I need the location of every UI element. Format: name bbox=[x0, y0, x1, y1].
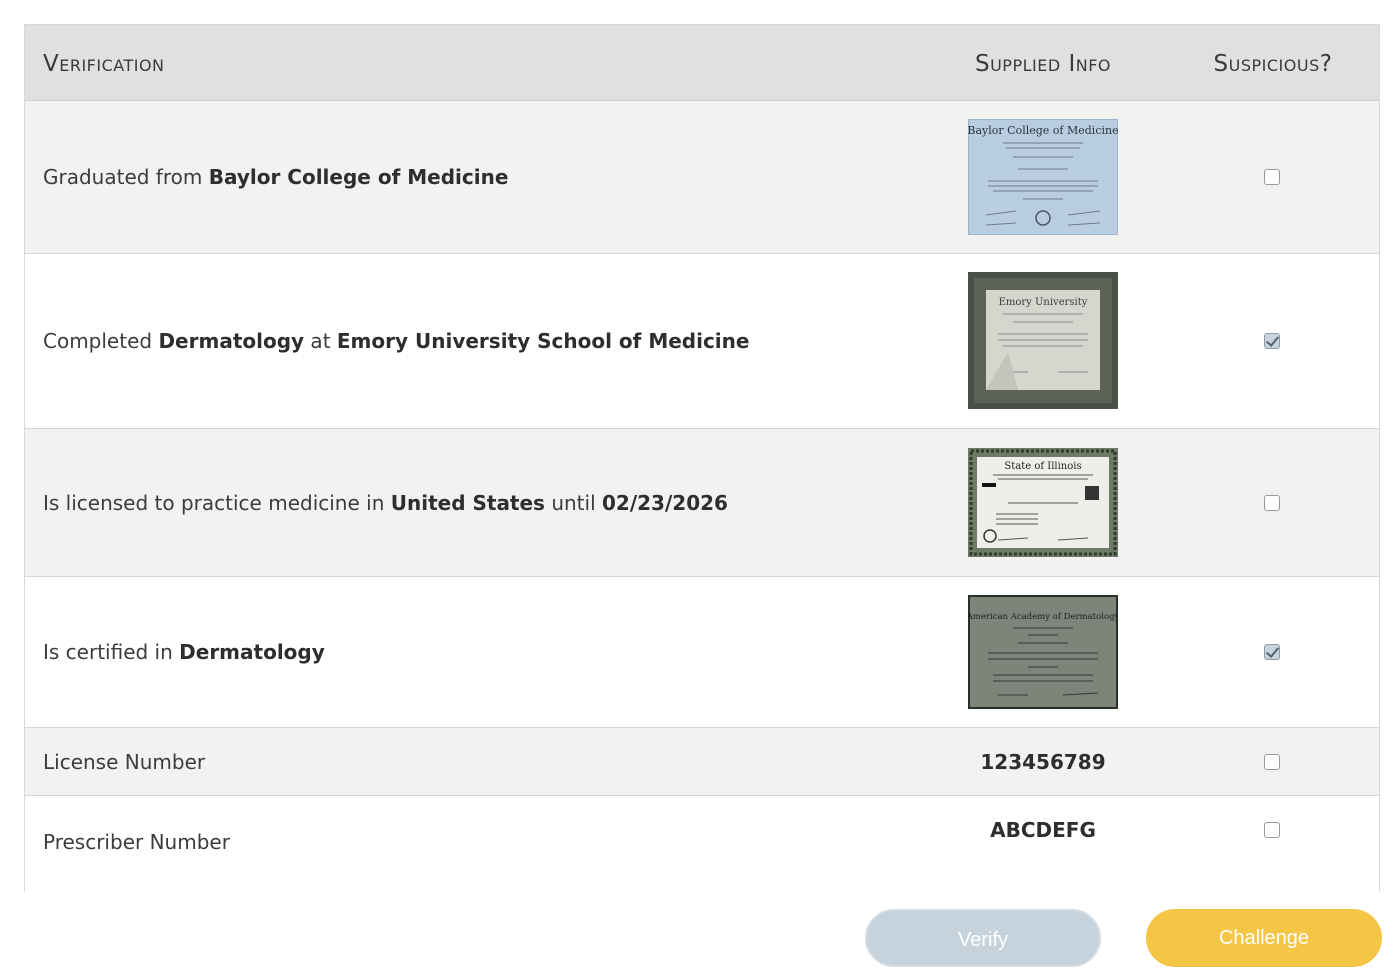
diploma-title: Emory University bbox=[999, 297, 1088, 308]
label-text: until bbox=[544, 490, 602, 515]
verify-button[interactable]: Verify bbox=[865, 909, 1101, 967]
challenge-button[interactable]: Challenge bbox=[1146, 909, 1382, 967]
supplied-value: ABCDEFG bbox=[990, 818, 1096, 842]
label-text: Is certified in bbox=[43, 640, 180, 664]
label-emphasis: Dermatology bbox=[158, 329, 305, 353]
table-row: Is certified in Dermatology American Aca… bbox=[25, 577, 1379, 728]
verification-label: Graduated from Baylor College of Medicin… bbox=[43, 165, 508, 189]
table-row: Is licensed to practice medicine in Unit… bbox=[25, 429, 1379, 577]
verification-label: Is certified in Dermatology bbox=[43, 640, 325, 664]
suspicious-checkbox[interactable] bbox=[1264, 644, 1280, 660]
verification-label: Completed Dermatology at Emory Universit… bbox=[43, 329, 749, 353]
suspicious-checkbox[interactable] bbox=[1264, 169, 1280, 185]
verification-label: Prescriber Number bbox=[43, 830, 230, 854]
license-title: State of Illinois bbox=[1004, 461, 1081, 472]
verification-label: Is licensed to practice medicine in Unit… bbox=[43, 491, 728, 515]
suspicious-checkbox[interactable] bbox=[1264, 822, 1280, 838]
label-text: Is licensed to practice medicine in bbox=[43, 490, 391, 515]
label-emphasis: Baylor College of Medicine bbox=[208, 165, 509, 189]
supplied-value: 123456789 bbox=[980, 750, 1106, 774]
table-row: License Number 123456789 bbox=[25, 728, 1379, 796]
certificate-title: American Academy of Dermatology bbox=[968, 612, 1118, 622]
diploma-title: Baylor College of Medicine bbox=[968, 124, 1118, 137]
diploma-thumbnail[interactable]: Baylor College of Medicine bbox=[968, 119, 1118, 235]
diploma-thumbnail[interactable]: Emory University bbox=[968, 272, 1118, 409]
verification-label: License Number bbox=[43, 750, 205, 774]
label-emphasis: Emory University School of Medicine bbox=[336, 329, 750, 353]
label-text: Prescriber Number bbox=[43, 830, 230, 854]
table-row: Prescriber Number ABCDEFG bbox=[25, 796, 1379, 892]
label-text: Graduated from bbox=[43, 165, 209, 189]
column-header-verification: Verification bbox=[43, 51, 165, 77]
column-header-supplied-info: Supplied Info bbox=[974, 51, 1112, 77]
certificate-thumbnail[interactable]: American Academy of Dermatology bbox=[968, 595, 1118, 709]
label-emphasis: United States bbox=[390, 490, 545, 515]
table-row: Completed Dermatology at Emory Universit… bbox=[25, 254, 1379, 429]
suspicious-checkbox[interactable] bbox=[1264, 753, 1280, 770]
label-text: Completed bbox=[43, 329, 159, 353]
label-text: at bbox=[304, 329, 337, 353]
label-emphasis: 02/23/2026 bbox=[602, 490, 728, 515]
table-row: Graduated from Baylor College of Medicin… bbox=[25, 101, 1379, 254]
license-thumbnail[interactable]: State of Illinois bbox=[968, 448, 1118, 557]
verification-table: Verification Supplied Info Suspicious? G… bbox=[24, 24, 1380, 892]
column-header-suspicious: Suspicious? bbox=[1213, 51, 1333, 77]
table-header: Verification Supplied Info Suspicious? bbox=[25, 25, 1379, 101]
label-text: License Number bbox=[43, 749, 206, 774]
label-emphasis: Dermatology bbox=[179, 640, 325, 664]
suspicious-checkbox[interactable] bbox=[1264, 494, 1280, 511]
suspicious-checkbox[interactable] bbox=[1264, 333, 1280, 349]
